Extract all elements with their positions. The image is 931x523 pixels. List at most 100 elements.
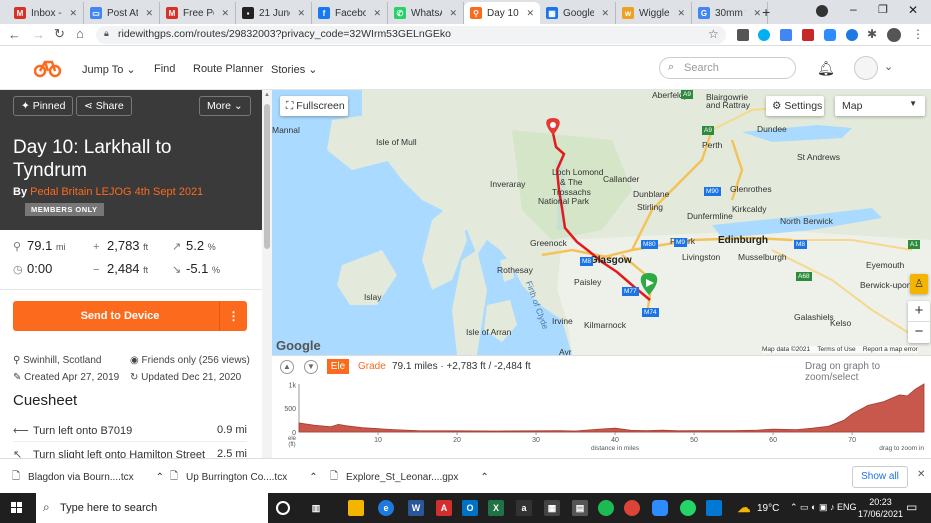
zoom-out-button[interactable]: − — [908, 322, 930, 343]
send-to-device-button[interactable]: Send to Device — [13, 301, 227, 331]
cue-row[interactable]: ↖ Turn slight left onto Hamilton Street 2.… — [13, 442, 247, 458]
close-tab-icon[interactable]: ✕ — [526, 8, 534, 19]
notes-icon[interactable]: ▤ — [572, 500, 588, 516]
edge-extension-icon[interactable] — [846, 29, 858, 41]
nav-route-planner[interactable]: Route Planner — [193, 63, 263, 75]
browser-menu-icon[interactable]: ⋮ — [912, 27, 924, 41]
word-icon[interactable]: W — [408, 500, 424, 516]
pdf-extension-icon[interactable] — [802, 29, 814, 41]
organizer-link[interactable]: Pedal Britain LEJOG 4th Sept 2021 — [30, 186, 203, 198]
zoom-extension-icon[interactable] — [824, 29, 836, 41]
translate-icon[interactable] — [780, 29, 792, 41]
notifications-bell-icon[interactable]: 🔔︎ — [817, 60, 835, 77]
elevation-chart[interactable]: 1k5000ele(ft)10 20 30 40 50 60 70distance in m… — [272, 378, 931, 456]
close-tab-icon[interactable]: ✕ — [373, 8, 381, 19]
collapse-up-icon[interactable]: ▲ — [280, 360, 294, 374]
forward-icon[interactable]: → — [32, 27, 45, 42]
map-settings-button[interactable]: ⚙ Settings — [766, 96, 824, 116]
browser-tab[interactable]: ▦ Google C ✕ — [540, 2, 616, 24]
extension-icon[interactable] — [737, 29, 749, 41]
notifications-icon[interactable]: ▭ — [906, 500, 917, 514]
reload-icon[interactable]: ↻ — [54, 26, 65, 42]
taskbar-search-input[interactable]: ⌕ Type here to search — [36, 493, 268, 523]
browser-tab[interactable]: M Free Pon ✕ — [160, 2, 236, 24]
browser-tab[interactable]: w Wiggle | ✕ — [616, 2, 692, 24]
lock-icon[interactable]: 🔒︎ — [104, 28, 109, 39]
mail-icon[interactable] — [706, 500, 722, 516]
browser-tab[interactable]: ▪ 21 June ✕ — [236, 2, 312, 24]
close-tab-icon[interactable]: ✕ — [601, 8, 609, 19]
browser-tab[interactable]: ▭ Post Atta ✕ — [84, 2, 160, 24]
back-icon[interactable]: ← — [8, 27, 21, 42]
taskbar-clock[interactable]: 20:23 17/06/2021 — [858, 496, 903, 520]
task-view-icon[interactable]: ▥ — [308, 500, 324, 516]
home-icon[interactable]: ⌂ — [76, 26, 84, 41]
share-button[interactable]: ⋖ Share — [76, 96, 132, 116]
send-options-button[interactable]: ⋮ — [219, 301, 247, 331]
user-menu-chevron-icon[interactable]: ⌄ — [884, 60, 893, 73]
profile-menu-icon[interactable] — [816, 5, 828, 17]
spotify-icon[interactable] — [598, 500, 614, 516]
user-avatar[interactable] — [854, 56, 878, 80]
amazon-icon[interactable]: a — [516, 500, 532, 516]
cortana-icon[interactable] — [276, 501, 290, 515]
skype-icon[interactable] — [758, 29, 770, 41]
terms-link[interactable]: Terms of Use — [817, 346, 855, 353]
sidebar-scrollbar-thumb[interactable] — [264, 104, 270, 249]
outlook-icon[interactable]: O — [462, 500, 478, 516]
calculator-icon[interactable]: ▦ — [544, 500, 560, 516]
close-tab-icon[interactable]: ✕ — [69, 8, 77, 19]
nav-find[interactable]: Find — [154, 63, 175, 75]
excel-icon[interactable]: X — [488, 500, 504, 516]
fullscreen-button[interactable]: ⛶ Fullscreen — [280, 96, 348, 116]
download-item[interactable]: 🗋 Explore_St_Leonar....gpx ⌃ — [330, 467, 489, 487]
cue-row[interactable]: ⟵ Turn left onto B7019 0.9 mi — [13, 418, 247, 442]
nav-stories[interactable]: Stories ⌄ — [271, 63, 318, 76]
download-item[interactable]: 🗋 Up Burrington Co....tcx ⌃ — [170, 467, 318, 487]
file-explorer-icon[interactable] — [348, 500, 364, 516]
new-tab-button[interactable]: + — [762, 4, 770, 20]
extensions-puzzle-icon[interactable]: ✱ — [867, 27, 877, 41]
close-tab-icon[interactable]: ✕ — [297, 8, 305, 19]
close-tab-icon[interactable]: ✕ — [753, 8, 761, 19]
browser-tab[interactable]: M Inbox - a ✕ — [8, 2, 84, 24]
windows-start-icon[interactable] — [11, 502, 23, 514]
whatsapp-icon[interactable] — [680, 500, 696, 516]
download-item[interactable]: 🗋 Blagdon via Bourn....tcx ⌃ — [12, 467, 164, 487]
tray-icons[interactable]: ⌃ ▭ ◐ ▣ ♪ ENG — [790, 502, 857, 513]
close-tab-icon[interactable]: ✕ — [221, 8, 229, 19]
sidebar-scrollbar[interactable]: ▲ — [262, 90, 272, 458]
restore-icon[interactable]: ❐ — [878, 3, 888, 16]
account-avatar[interactable] — [887, 28, 901, 42]
url-field[interactable]: 🔒︎ ridewithgps.com/routes/29832003?priva… — [96, 26, 726, 44]
street-view-pegman-icon[interactable]: ♙ — [910, 274, 928, 294]
route-map[interactable]: Glasgow Edinburgh Dundee Perth St Andrews Sti… — [272, 90, 931, 355]
nav-jump-to[interactable]: Jump To ⌄ — [82, 63, 136, 76]
tab-grade[interactable]: Grade — [358, 361, 386, 372]
close-tab-icon[interactable]: ✕ — [145, 8, 153, 19]
browser-tab[interactable]: G 30mm ta ✕ — [692, 2, 768, 24]
tab-elevation[interactable]: Ele — [327, 359, 349, 374]
close-downloads-icon[interactable]: ✕ — [917, 469, 925, 480]
more-button[interactable]: More ⌄ — [199, 96, 251, 116]
zoom-in-button[interactable]: + — [908, 301, 930, 322]
close-window-icon[interactable]: ✕ — [908, 3, 918, 17]
ridewithgps-logo-icon[interactable] — [34, 58, 62, 78]
map-type-select[interactable]: Map ▼ — [835, 96, 925, 116]
report-map-error-link[interactable]: Report a map error — [863, 346, 918, 353]
edge-icon[interactable]: e — [378, 500, 394, 516]
browser-tab[interactable]: ⚲ Day 10: ✕ — [464, 2, 540, 24]
pinned-button[interactable]: ✦ Pinned — [13, 96, 74, 116]
chrome-icon[interactable] — [624, 500, 640, 516]
minimize-icon[interactable]: – — [850, 2, 857, 16]
acrobat-icon[interactable]: A — [436, 500, 452, 516]
bookmark-star-icon[interactable]: ☆ — [708, 27, 719, 41]
close-tab-icon[interactable]: ✕ — [449, 8, 457, 19]
close-tab-icon[interactable]: ✕ — [677, 8, 685, 19]
browser-tab[interactable]: f Faceboo ✕ — [312, 2, 388, 24]
browser-tab[interactable]: ✆ WhatsAp ✕ — [388, 2, 464, 24]
site-search-input[interactable]: ⌕ Search — [659, 57, 796, 79]
zoom-icon[interactable] — [652, 500, 668, 516]
expand-down-icon[interactable]: ▼ — [304, 360, 318, 374]
show-all-button[interactable]: Show all — [852, 466, 908, 488]
